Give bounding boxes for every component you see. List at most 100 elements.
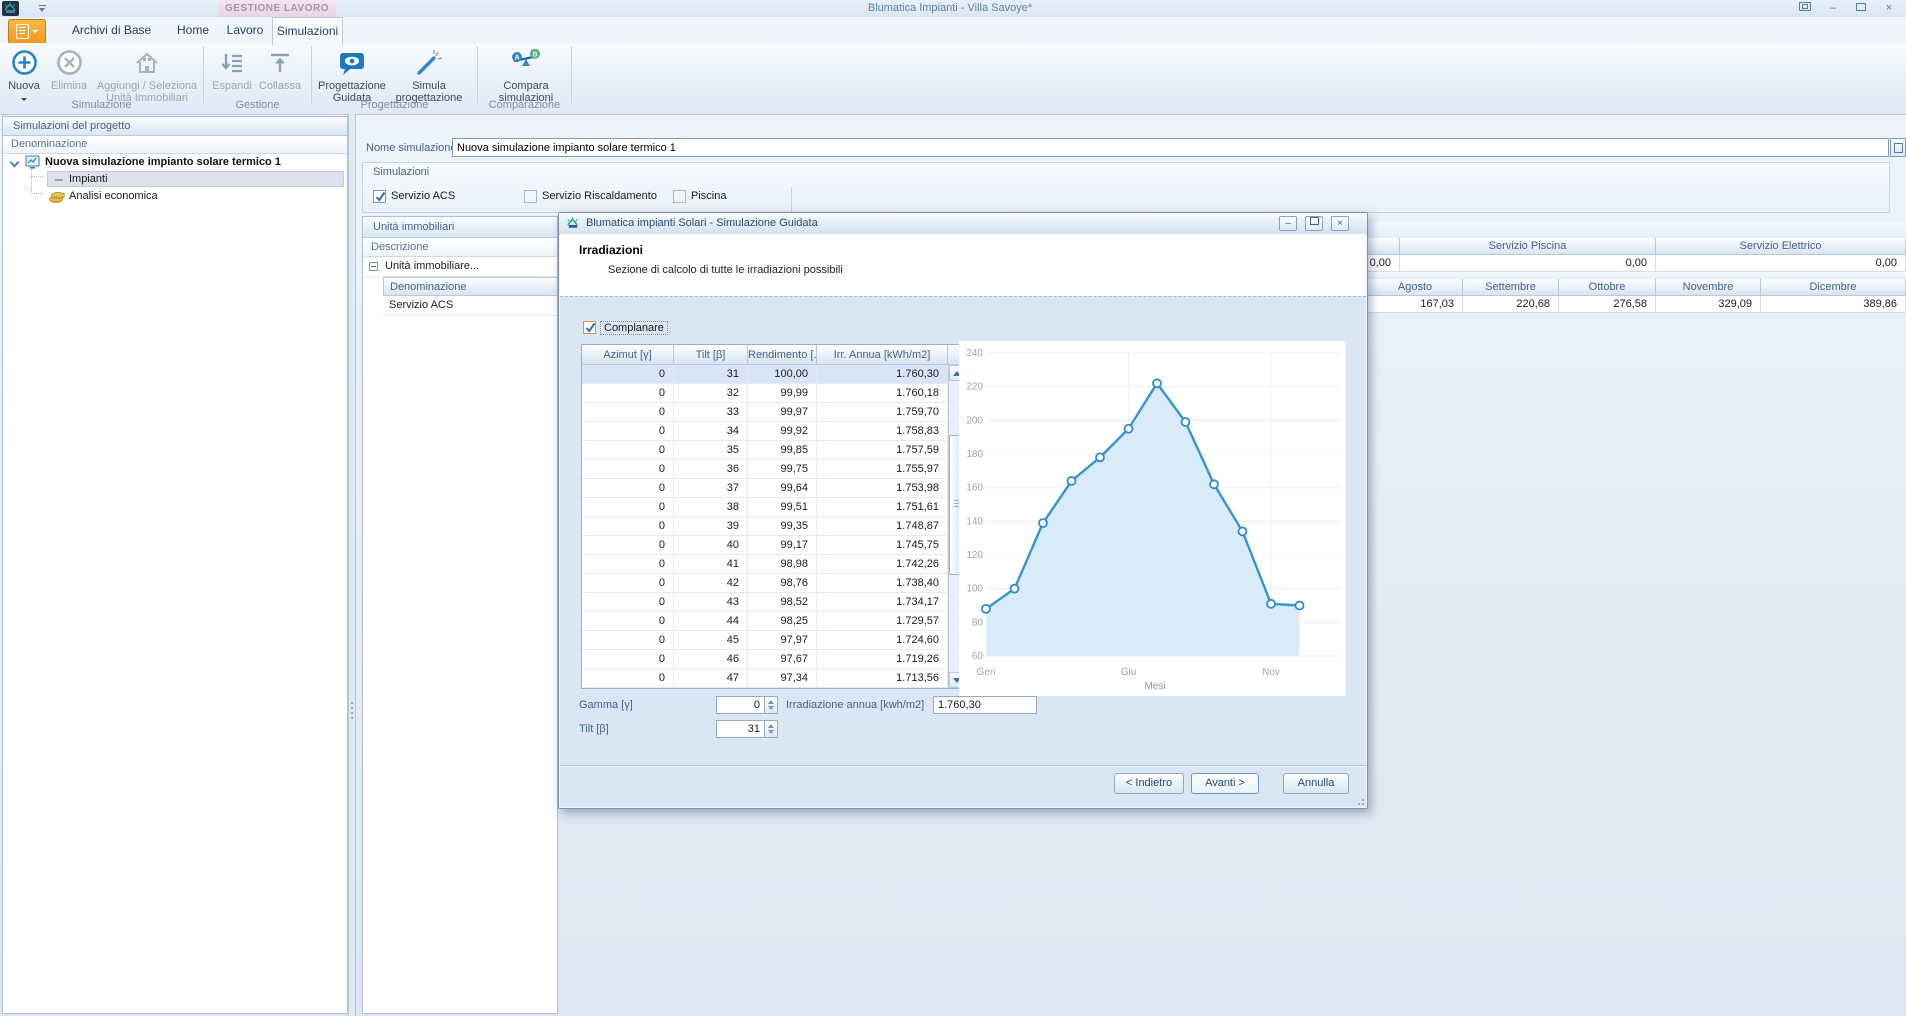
- checkbox-label: Complanare: [601, 322, 667, 334]
- irradiation-table-row[interactable]: 03299,991.760,18: [582, 384, 965, 403]
- dialog-minimize-icon[interactable]: –: [1279, 216, 1297, 231]
- table-cell: 97,34: [748, 669, 817, 688]
- table-cell: 99,97: [748, 403, 817, 422]
- table-cell: 0: [582, 631, 674, 650]
- irradiation-table-row[interactable]: 03599,851.757,59: [582, 441, 965, 460]
- dialog-restore-icon[interactable]: [1305, 216, 1323, 231]
- file-menu-icon: [16, 24, 29, 39]
- chevron-down-icon[interactable]: [10, 158, 20, 168]
- table-cell: 1.755,97: [817, 460, 948, 479]
- checkbox-label: Piscina: [691, 190, 726, 202]
- group-separator: [571, 46, 572, 104]
- column-header-tilt[interactable]: Tilt [β]: [674, 345, 748, 365]
- column-header-denominazione[interactable]: Denominazione: [383, 277, 557, 296]
- checkbox-checked-icon[interactable]: [583, 321, 596, 334]
- irradiation-table-row[interactable]: 03399,971.759,70: [582, 403, 965, 422]
- irradiation-table-row[interactable]: 03799,641.753,98: [582, 479, 965, 498]
- irradiation-table-row[interactable]: 03899,511.751,61: [582, 498, 965, 517]
- tab-home[interactable]: Home: [168, 17, 218, 43]
- tab-lavoro[interactable]: Lavoro: [218, 17, 272, 43]
- panel-splitter[interactable]: [348, 114, 356, 1016]
- checkbox-servizio-riscaldamento[interactable]: Servizio Riscaldamento: [524, 188, 657, 204]
- irradiation-table-row[interactable]: 04099,171.745,75: [582, 536, 965, 555]
- table-cell: 99,99: [748, 384, 817, 403]
- month-header-cell: Agosto: [1368, 279, 1463, 296]
- column-header-azimut[interactable]: Azimut [γ]: [582, 345, 674, 365]
- svg-text:100: 100: [966, 584, 983, 595]
- dialog-close-icon[interactable]: ×: [1331, 216, 1349, 231]
- quick-access-customize-icon[interactable]: [38, 5, 47, 13]
- dialog-titlebar[interactable]: Blumatica impianti Solari - Simulazione …: [559, 213, 1367, 235]
- restore-icon[interactable]: [1854, 2, 1868, 15]
- minimize-icon[interactable]: –: [1826, 2, 1840, 15]
- irradiation-table-row[interactable]: 04498,251.729,57: [582, 612, 965, 631]
- irradiation-table-row[interactable]: 04797,341.713,56: [582, 669, 965, 688]
- file-menu-button[interactable]: [8, 19, 46, 44]
- collapse-minus-icon[interactable]: [369, 262, 378, 271]
- avanti-button[interactable]: Avanti >: [1191, 773, 1259, 794]
- chart-canvas: 2402202001801601401201008060GenGiuNovMes…: [959, 341, 1346, 696]
- unita-group-row[interactable]: Unità immobiliare...: [363, 257, 557, 277]
- svg-text:Nov: Nov: [1262, 667, 1280, 678]
- irradiation-table-row[interactable]: 04198,981.742,26: [582, 555, 965, 574]
- column-header-irr-annua[interactable]: Irr. Annua [kWh/m2]: [817, 345, 948, 365]
- svg-text:A: A: [514, 54, 519, 61]
- screen-mode-icon[interactable]: [1798, 2, 1812, 15]
- column-header-rendimento[interactable]: Rendimento [...: [748, 345, 817, 365]
- irradiation-table-row[interactable]: 03999,351.748,87: [582, 517, 965, 536]
- tab-archivi-di-base[interactable]: Archivi di Base: [55, 17, 168, 43]
- checkbox-checked-icon[interactable]: [373, 190, 386, 203]
- svg-text:240: 240: [966, 348, 983, 359]
- resize-grip-icon[interactable]: [1354, 795, 1364, 805]
- svg-text:220: 220: [966, 382, 983, 393]
- tilt-spinner[interactable]: 31: [716, 720, 765, 738]
- annulla-button[interactable]: Annulla: [1283, 773, 1349, 794]
- irradiation-table-row[interactable]: 03499,921.758,83: [582, 422, 965, 441]
- table-cell: 31: [674, 365, 748, 384]
- irradiation-table-row[interactable]: 03699,751.755,97: [582, 460, 965, 479]
- checkbox-unchecked-icon[interactable]: [524, 190, 537, 203]
- irradiation-table-row[interactable]: 04697,671.719,26: [582, 650, 965, 669]
- edit-name-button[interactable]: [1890, 138, 1906, 157]
- gamma-spinner[interactable]: 0: [716, 696, 765, 714]
- x-circle-icon: [56, 49, 83, 79]
- table-cell: 35: [674, 441, 748, 460]
- table-cell: 0: [582, 612, 674, 631]
- svg-text:Giu: Giu: [1121, 667, 1137, 678]
- table-cell: 0: [582, 422, 674, 441]
- tree-item-label[interactable]: Nuova simulazione impianto solare termic…: [45, 154, 281, 171]
- tab-simulazioni[interactable]: Simulazioni: [272, 17, 343, 45]
- indietro-button[interactable]: < Indietro: [1114, 773, 1184, 794]
- group-label-simulazione: Simulazione: [0, 99, 203, 112]
- column-header-denominazione[interactable]: Denominazione: [3, 136, 347, 154]
- tree-item-analisi-economica[interactable]: Analisi economica: [3, 188, 347, 205]
- gamma-spin-buttons[interactable]: [765, 696, 778, 714]
- table-gap-strip: [1368, 272, 1906, 279]
- checkbox-complanare[interactable]: Complanare: [583, 321, 667, 334]
- checkbox-piscina[interactable]: Piscina: [673, 188, 726, 204]
- irradiation-table-row[interactable]: 04597,971.724,60: [582, 631, 965, 650]
- column-header-descrizione[interactable]: Descrizione: [363, 238, 557, 257]
- tree-item-impianti[interactable]: Impianti: [3, 171, 347, 188]
- irradiation-table-row[interactable]: 031100,001.760,30: [582, 365, 965, 384]
- close-icon[interactable]: ×: [1882, 2, 1896, 15]
- tree-item-label[interactable]: Analisi economica: [69, 188, 158, 205]
- nome-simulazione-input[interactable]: [452, 138, 1889, 157]
- month-value-cell: 329,09: [1656, 296, 1761, 313]
- tilt-spin-buttons[interactable]: [765, 720, 778, 738]
- svg-text:60: 60: [972, 651, 984, 662]
- dialog-header: Irradiazioni Sezione di calcolo di tutte…: [560, 234, 1366, 296]
- month-header-cell: Settembre: [1463, 279, 1559, 296]
- collapse-list-icon: [267, 50, 293, 79]
- irradiation-table-row[interactable]: 04298,761.738,40: [582, 574, 965, 593]
- checkbox-unchecked-icon[interactable]: [673, 190, 686, 203]
- irradiation-table-row[interactable]: 04398,521.734,17: [582, 593, 965, 612]
- services-table-value-row: 0,000,000,00: [1368, 255, 1906, 272]
- table-cell: 1.745,75: [817, 536, 948, 555]
- table-row-servizio-acs[interactable]: Servizio ACS: [383, 296, 557, 316]
- tree-item-root[interactable]: Nuova simulazione impianto solare termic…: [3, 154, 347, 171]
- irradiazione-annua-field[interactable]: 1.760,30: [933, 696, 1037, 714]
- checkbox-servizio-acs[interactable]: Servizio ACS: [373, 188, 455, 204]
- tree-item-label[interactable]: Impianti: [69, 171, 108, 188]
- dialog-footer-divider: [560, 765, 1366, 767]
